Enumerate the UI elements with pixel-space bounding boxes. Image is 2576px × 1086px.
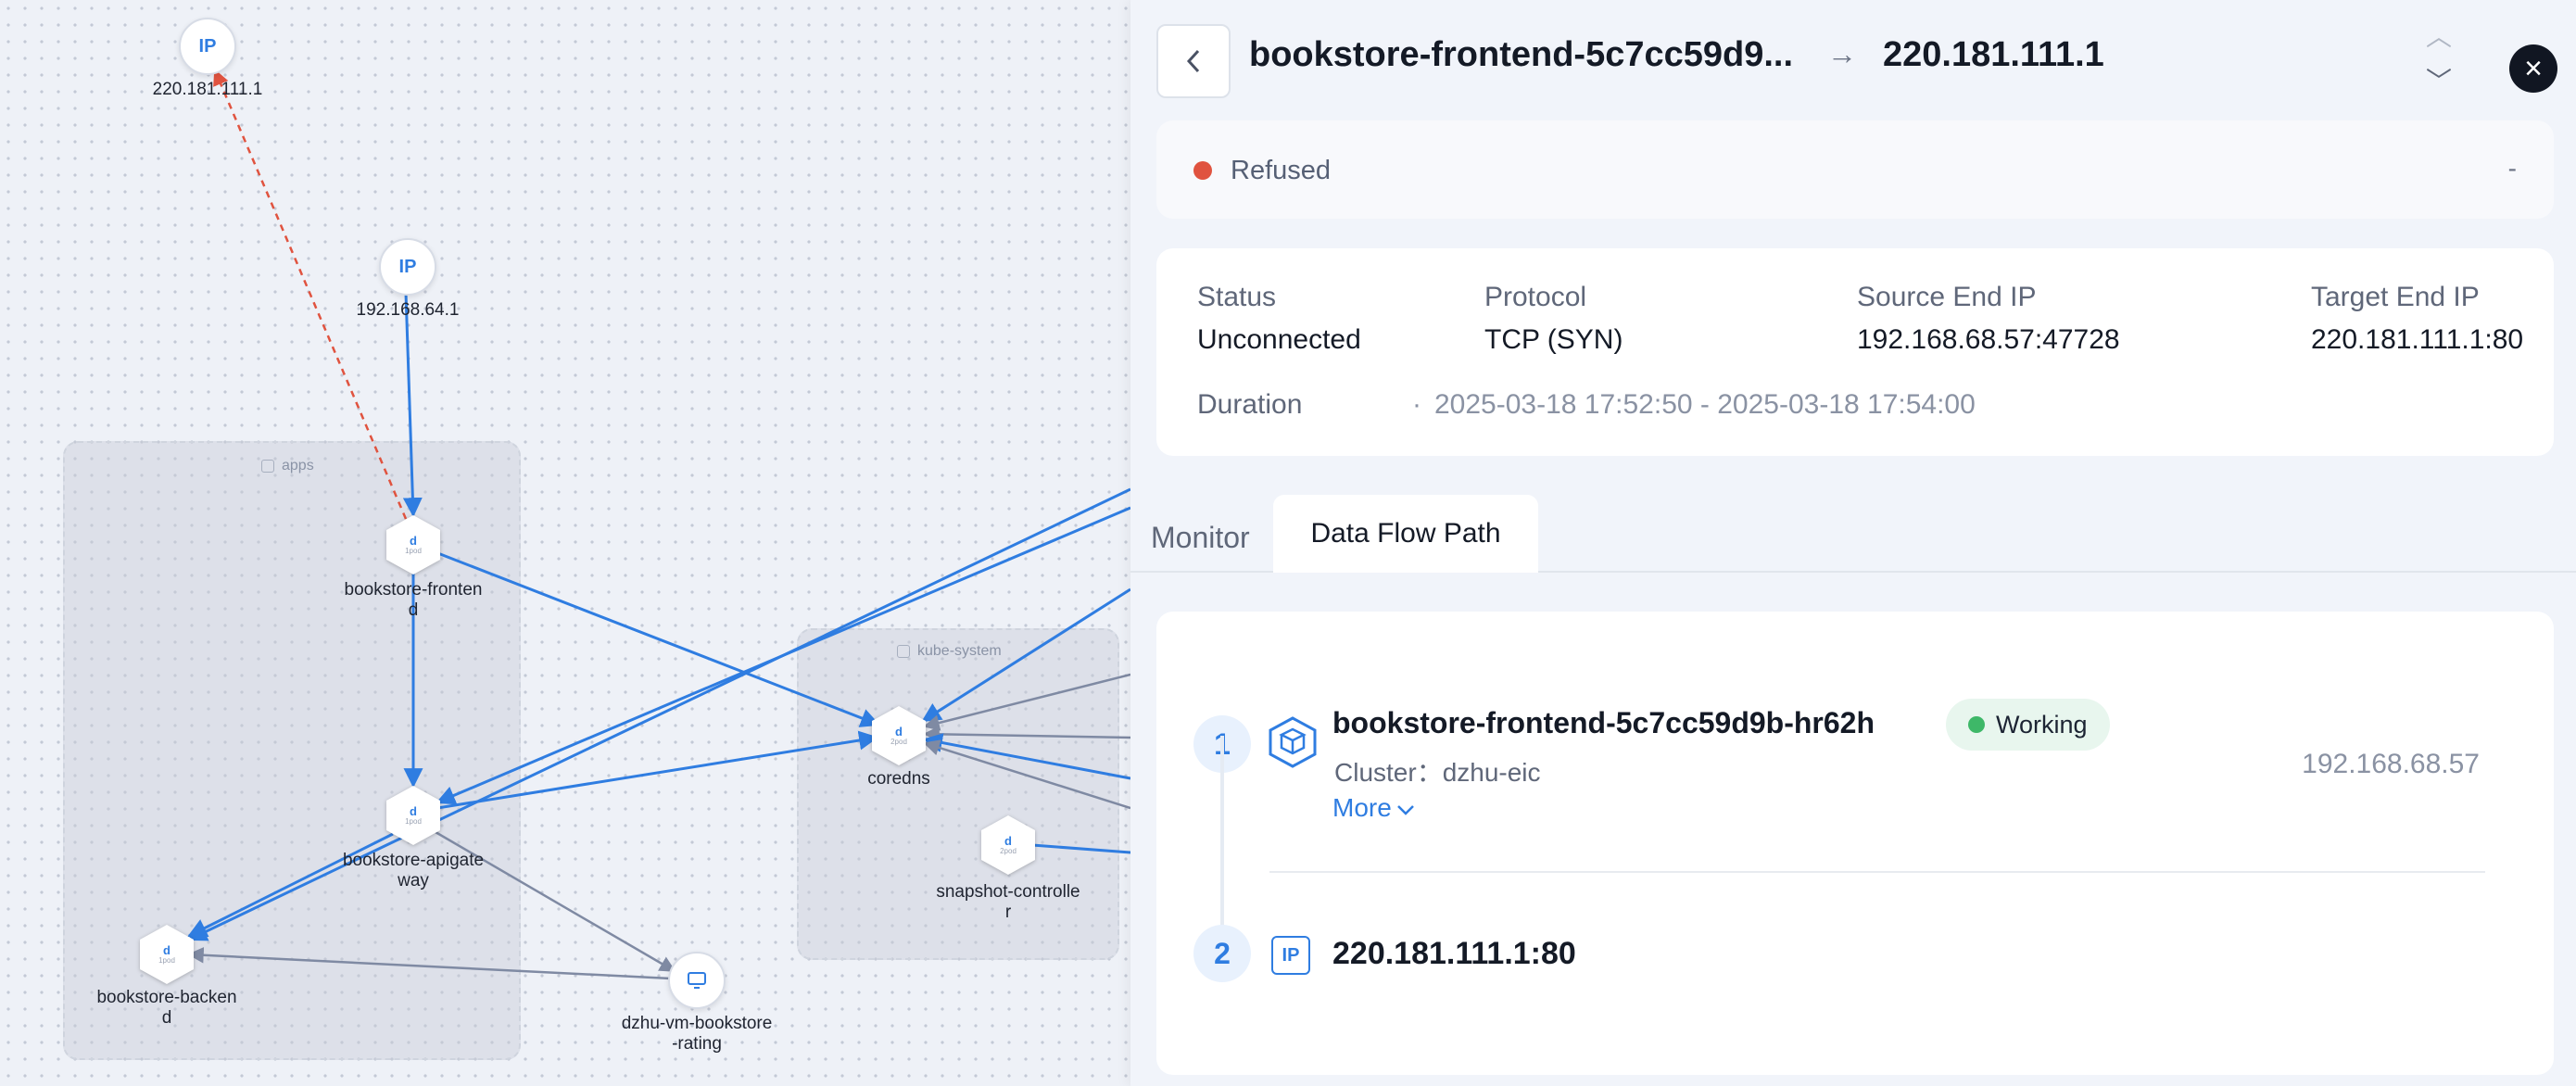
node-coredns[interactable]: d 2pod: [872, 706, 926, 765]
pod-ip: 192.168.68.57: [2302, 749, 2480, 779]
edge[interactable]: [923, 739, 1130, 810]
node-bookstore-apigateway[interactable]: d 1pod: [386, 786, 440, 845]
status-label: Status: [1197, 282, 1277, 312]
chevron-down-icon: [1396, 805, 1414, 815]
status-text: Refused: [1231, 156, 1332, 185]
node-label: 220.181.111.1: [152, 80, 263, 99]
node-label: snapshot-controlle r: [936, 882, 1080, 922]
data-flow-path-card: 1 bookstore-frontend-5c7cc59d9b-hr62h Wo…: [1156, 612, 2554, 1075]
status-value: Unconnected: [1197, 324, 1361, 355]
source-ip-value: 192.168.68.57:47728: [1857, 324, 2120, 355]
target-ip-value: 220.181.111.1:80: [2311, 324, 2524, 355]
deployment-icon: d: [410, 804, 417, 818]
pod-name: bookstore-frontend-5c7cc59d9b-hr62h: [1332, 706, 1875, 739]
edge[interactable]: [402, 292, 423, 518]
status-summary-card: Refused -: [1156, 120, 2554, 219]
more-toggle[interactable]: More: [1332, 793, 1416, 823]
deployment-icon: d: [895, 725, 903, 739]
node-label: 192.168.64.1: [356, 300, 460, 320]
connection-detail-panel: bookstore-frontend-5c7cc59d9... → 220.18…: [1130, 0, 2576, 1086]
monitor-icon: [688, 972, 706, 989]
tab-monitor[interactable]: Monitor: [1151, 521, 1250, 555]
chevron-left-icon: [1186, 49, 1200, 73]
edge[interactable]: [1031, 843, 1130, 854]
node-label: bookstore-backen d: [96, 988, 237, 1028]
source-ip-label: Source End IP: [1857, 282, 2037, 312]
pod-status-badge: Working: [1946, 699, 2110, 751]
target-endpoint: 220.181.111.1:80: [1332, 936, 1576, 971]
pod-count: 1pod: [158, 956, 175, 965]
edge[interactable]: [187, 947, 672, 980]
pod-status-text: Working: [1996, 710, 2088, 739]
pod-count: 2pod: [1000, 847, 1017, 855]
cluster-info: Cluster：dzhu-eic: [1334, 758, 1541, 787]
node-label: coredns: [867, 769, 930, 789]
target-title: 220.181.111.1: [1883, 35, 2104, 74]
more-label: More: [1332, 793, 1392, 822]
node-bookstore-frontend[interactable]: d 1pod: [386, 515, 440, 575]
status-dot: [1968, 716, 1985, 733]
ip-icon: IP: [198, 35, 217, 57]
edge[interactable]: [923, 726, 1130, 743]
node-ip-192-168-64-1[interactable]: IP: [379, 238, 436, 296]
pod-icon: [1269, 716, 1317, 768]
connection-info-card: Status Unconnected Protocol TCP (SYN) So…: [1156, 248, 2554, 456]
edge-refused[interactable]: [213, 69, 408, 520]
edge[interactable]: [436, 730, 879, 810]
back-button[interactable]: [1156, 24, 1231, 98]
status-dot: [1193, 161, 1212, 180]
node-label: bookstore-fronten d: [344, 580, 483, 620]
protocol-label: Protocol: [1484, 282, 1587, 312]
step-divider: [1269, 871, 2485, 873]
node-ip-220-181-111-1[interactable]: IP: [179, 18, 236, 75]
detail-tabs: Monitor Data Flow Path: [1130, 495, 2576, 573]
duration-text: 2025-03-18 17:52:50 - 2025-03-18 17:54:0…: [1434, 389, 1976, 420]
node-snapshot-controller[interactable]: d 2pod: [981, 815, 1035, 875]
deployment-icon: d: [163, 943, 170, 957]
step-connector: [1220, 736, 1224, 932]
target-ip-label: Target End IP: [2311, 282, 2480, 312]
node-dzhu-vm-bookstore-rating[interactable]: [668, 952, 726, 1009]
next-item-button[interactable]: ﹀: [2426, 61, 2452, 98]
edge[interactable]: [922, 733, 1130, 780]
deployment-icon: d: [410, 534, 417, 548]
previous-item-button[interactable]: ︿: [2426, 17, 2452, 54]
edges-layer: [187, 69, 1130, 980]
duration-label: Duration: [1197, 389, 1303, 420]
close-button[interactable]: ×: [2509, 44, 2557, 93]
pod-count: 2pod: [890, 738, 907, 746]
pod-count: 1pod: [405, 547, 422, 555]
ip-icon: IP: [1271, 936, 1310, 975]
protocol-value: TCP (SYN): [1484, 324, 1623, 355]
duration-value: · 2025-03-18 17:52:50 - 2025-03-18 17:54:…: [1412, 389, 1976, 420]
source-title: bookstore-frontend-5c7cc59d9...: [1249, 35, 1794, 74]
deployment-icon: d: [1004, 834, 1012, 848]
ip-icon: IP: [398, 256, 417, 277]
edge[interactable]: [435, 550, 880, 727]
pod-count: 1pod: [405, 817, 422, 826]
tab-data-flow-path[interactable]: Data Flow Path: [1273, 495, 1538, 573]
step-number: 2: [1193, 925, 1251, 982]
topology-canvas[interactable]: apps kube-system IP 220.181.111.1 IP 192…: [0, 0, 1130, 1086]
status-extra: -: [2507, 154, 2517, 183]
node-bookstore-backend[interactable]: d 1pod: [140, 925, 194, 984]
arrow-right-icon: →: [1827, 37, 1857, 70]
node-label: dzhu-vm-bookstore -rating: [621, 1014, 773, 1054]
node-label: bookstore-apigate way: [342, 851, 485, 890]
